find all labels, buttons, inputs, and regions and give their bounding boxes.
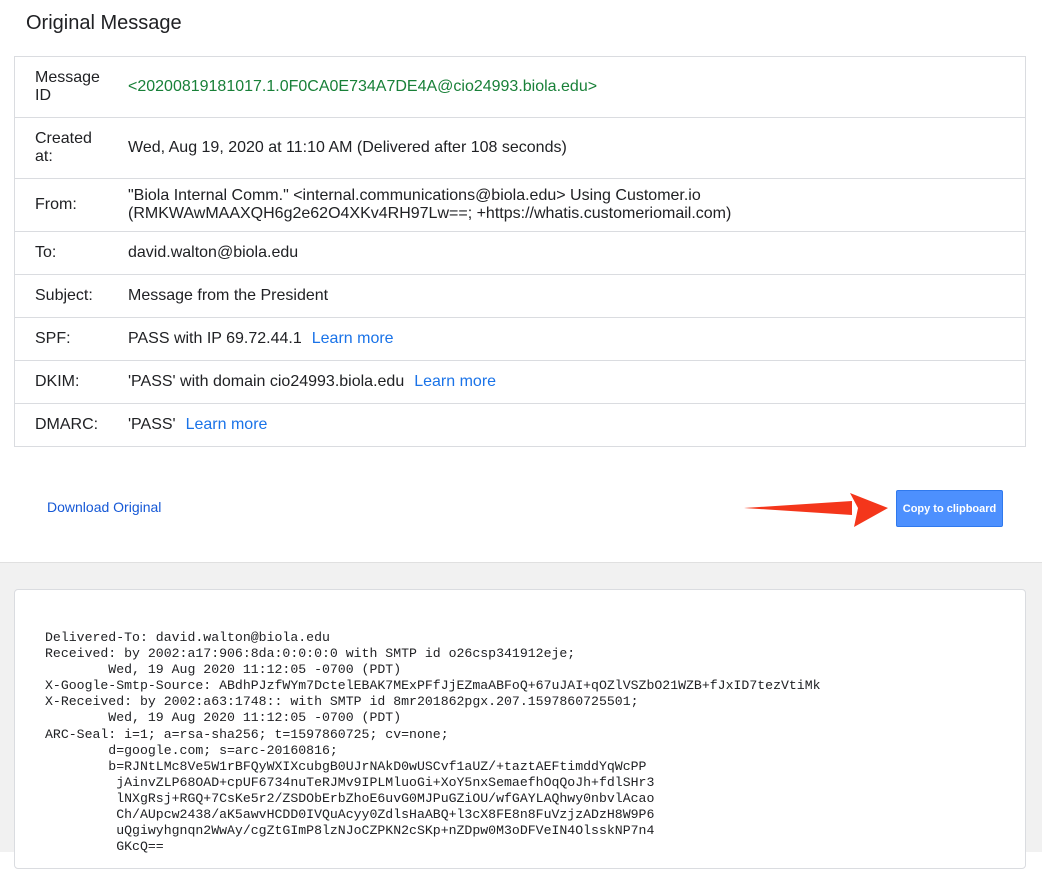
download-original-link[interactable]: Download Original	[47, 499, 161, 515]
row-message-id: Message ID <20200819181017.1.0F0CA0E734A…	[15, 57, 1025, 118]
label-created-at: Created at:	[35, 130, 92, 165]
page-title: Original Message	[26, 12, 182, 34]
created-at-value: Wed, Aug 19, 2020 at 11:10 AM (Delivered…	[128, 139, 567, 156]
row-dmarc: DMARC: 'PASS' Learn more	[15, 404, 1025, 446]
row-spf: SPF: PASS with IP 69.72.44.1 Learn more	[15, 318, 1025, 361]
raw-message-source: Delivered-To: david.walton@biola.edu Rec…	[45, 630, 821, 855]
raw-source-panel: Delivered-To: david.walton@biola.edu Rec…	[14, 589, 1026, 869]
dkim-learn-more-link[interactable]: Learn more	[414, 373, 496, 390]
dkim-value: 'PASS' with domain cio24993.biola.edu	[128, 373, 405, 390]
row-dkim: DKIM: 'PASS' with domain cio24993.biola.…	[15, 361, 1025, 404]
red-arrow-icon	[744, 493, 888, 527]
label-to: To:	[35, 244, 57, 261]
dkim-value-cell: 'PASS' with domain cio24993.biola.edu Lea…	[128, 373, 1025, 391]
copy-to-clipboard-button[interactable]: Copy to clipboard	[896, 490, 1003, 527]
message-details-table: Message ID <20200819181017.1.0F0CA0E734A…	[14, 56, 1026, 447]
dmarc-value-cell: 'PASS' Learn more	[128, 416, 1025, 434]
label-dkim: DKIM:	[35, 373, 80, 390]
spf-value-cell: PASS with IP 69.72.44.1 Learn more	[128, 330, 1025, 348]
spf-value: PASS with IP 69.72.44.1	[128, 330, 302, 347]
label-spf: SPF:	[35, 330, 71, 347]
label-message-id: Message ID	[35, 69, 100, 104]
dmarc-value: 'PASS'	[128, 416, 176, 433]
label-subject: Subject:	[35, 287, 93, 304]
from-value: "Biola Internal Comm." <internal.communi…	[128, 187, 732, 222]
to-value: david.walton@biola.edu	[128, 244, 299, 261]
row-subject: Subject: Message from the President	[15, 275, 1025, 318]
label-dmarc: DMARC:	[35, 416, 99, 433]
spf-learn-more-link[interactable]: Learn more	[312, 330, 394, 347]
subject-value: Message from the President	[128, 287, 329, 304]
row-created-at: Created at: Wed, Aug 19, 2020 at 11:10 A…	[15, 118, 1025, 179]
row-from: From: "Biola Internal Comm." <internal.c…	[15, 179, 1025, 232]
dmarc-learn-more-link[interactable]: Learn more	[186, 416, 268, 433]
message-id-value: <20200819181017.1.0F0CA0E734A7DE4A@cio24…	[128, 78, 598, 95]
label-from: From:	[35, 196, 77, 213]
row-to: To: david.walton@biola.edu	[15, 232, 1025, 275]
